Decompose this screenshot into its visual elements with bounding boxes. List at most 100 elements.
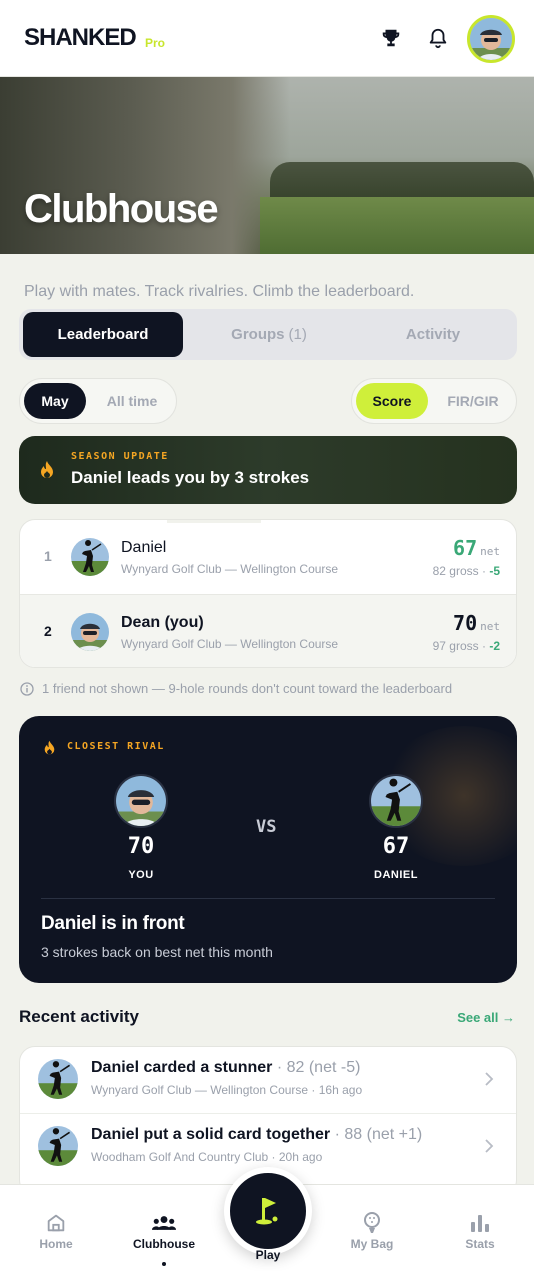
rival-label: CLOSEST RIVAL — [67, 741, 165, 752]
activity-title: Daniel put a solid card together — [91, 1126, 331, 1143]
chevron-right-icon — [484, 1138, 494, 1159]
note-text: 1 friend not shown — 9-hole rounds don't… — [42, 681, 453, 696]
golfer-avatar — [369, 774, 423, 828]
period-all-time-button[interactable]: All time — [92, 383, 172, 419]
net-unit: net — [480, 620, 500, 633]
nav-label: Home — [39, 1237, 73, 1251]
activity-item[interactable]: Daniel carded a stunner · 82 (net -5) Wy… — [20, 1047, 516, 1113]
rival-subtext: 3 strokes back on best net this month — [41, 944, 273, 960]
flame-icon — [39, 460, 55, 485]
course-name: Wynyard Golf Club — Wellington Course — [121, 562, 339, 576]
activity-meta: Wynyard Golf Club — Wellington Course · … — [91, 1083, 363, 1097]
activity-title: Daniel carded a stunner — [91, 1059, 273, 1076]
tab-groups[interactable]: Groups (1) — [189, 312, 349, 357]
score-diff: -5 — [489, 564, 500, 578]
player-name: Daniel — [121, 539, 167, 556]
golfer-avatar — [38, 1059, 78, 1099]
info-icon — [20, 681, 34, 696]
tab-activity[interactable]: Activity — [353, 312, 513, 357]
page-title: Clubhouse — [24, 187, 219, 231]
bell-icon[interactable] — [425, 25, 451, 51]
net-score: 67 net — [453, 536, 500, 560]
tab-count: (1) — [288, 326, 307, 343]
main-tabs: Leaderboard Groups (1) Activity — [19, 309, 517, 360]
bar-chart-icon — [468, 1211, 492, 1235]
activity-detail: · 82 (net -5) — [272, 1059, 361, 1076]
activity-text: Daniel put a solid card together · 88 (n… — [91, 1126, 422, 1144]
tagline: Play with mates. Track rivalries. Climb … — [24, 283, 415, 300]
player-name: Dean (you) — [121, 614, 204, 631]
season-label: SEASON UPDATE — [71, 451, 169, 462]
nav-stats[interactable]: Stats — [435, 1185, 525, 1271]
period-may-button[interactable]: May — [24, 383, 86, 419]
activity-text: Daniel carded a stunner · 82 (net -5) — [91, 1059, 360, 1077]
gross-score: 82 gross · -5 — [433, 564, 500, 578]
rival-score: 67 — [382, 834, 410, 859]
gross-score: 97 gross · -2 — [433, 639, 500, 653]
season-update-banner[interactable]: SEASON UPDATE Daniel leads you by 3 stro… — [19, 436, 517, 504]
rival-daniel: 67 DANIEL — [336, 774, 456, 881]
active-indicator — [162, 1262, 166, 1266]
brand-logo[interactable]: SHANKED — [24, 24, 137, 52]
pro-badge: Pro — [145, 36, 166, 50]
hero-banner: Clubhouse — [0, 77, 534, 254]
leaderboard-row[interactable]: 1 Daniel Wynyard Golf Club — Wellington … — [20, 520, 516, 594]
chevron-right-icon — [484, 1071, 494, 1092]
vs-label: VS — [256, 817, 277, 837]
golfer-avatar — [71, 538, 109, 576]
season-text: Daniel leads you by 3 strokes — [71, 468, 310, 487]
nav-label: Stats — [465, 1237, 495, 1251]
rival-name: DANIEL — [374, 869, 418, 881]
net-value: 67 — [453, 536, 478, 560]
top-bar: SHANKED Pro — [0, 0, 534, 77]
play-button[interactable] — [224, 1167, 312, 1255]
golfer-avatar — [38, 1126, 78, 1166]
leaderboard-row-you[interactable]: 2 Dean (you) Wynyard Golf Club — Welling… — [20, 594, 516, 667]
activity-meta: Woodham Golf And Country Club · 20h ago — [91, 1150, 323, 1164]
flag-icon — [256, 1198, 278, 1225]
nav-label: Clubhouse — [133, 1237, 195, 1251]
net-score: 70 net — [453, 611, 500, 635]
user-avatar — [71, 613, 109, 651]
leaderboard-list: 1 Daniel Wynyard Golf Club — Wellington … — [19, 519, 517, 668]
metric-score-button[interactable]: Score — [356, 383, 428, 419]
tab-label: Leaderboard — [57, 326, 149, 343]
play-label: Play — [255, 1248, 281, 1262]
flame-icon — [43, 740, 56, 761]
rival-you: 70 YOU — [81, 774, 201, 881]
net-unit: net — [480, 545, 500, 558]
nav-label: My Bag — [350, 1237, 394, 1251]
gross-value: 82 gross · — [432, 564, 490, 578]
net-value: 70 — [453, 611, 478, 635]
activity-detail: · 88 (net +1) — [330, 1126, 423, 1143]
fairway — [260, 197, 534, 254]
you-label: YOU — [128, 869, 154, 881]
tab-label: Activity — [405, 326, 461, 343]
home-icon — [44, 1211, 68, 1235]
rival-headline: Daniel is in front — [41, 913, 185, 934]
course-name: Wynyard Golf Club — Wellington Course — [121, 637, 339, 651]
nav-my-bag[interactable]: My Bag — [327, 1185, 417, 1271]
gross-value: 97 gross · — [432, 639, 490, 653]
metric-toggle: Score FIR/GIR — [351, 378, 517, 424]
divider — [41, 898, 495, 899]
people-icon — [152, 1211, 176, 1235]
leaderboard-note: 1 friend not shown — 9-hole rounds don't… — [20, 681, 452, 696]
recent-activity-heading: Recent activity — [19, 1007, 139, 1026]
score-diff: -2 — [489, 639, 500, 653]
tab-label: Groups — [231, 326, 285, 343]
tree-line — [270, 162, 534, 202]
period-toggle: May All time — [19, 378, 177, 424]
golf-ball-icon — [360, 1211, 384, 1235]
see-all-link[interactable]: See all → — [457, 1010, 515, 1025]
nav-home[interactable]: Home — [11, 1185, 101, 1271]
rank: 2 — [44, 623, 52, 639]
you-score: 70 — [127, 834, 155, 859]
tab-leaderboard[interactable]: Leaderboard — [23, 312, 183, 357]
nav-clubhouse[interactable]: Clubhouse — [119, 1185, 209, 1271]
closest-rival-card[interactable]: CLOSEST RIVAL 70 YOU VS 67 DANIEL Daniel… — [19, 716, 517, 983]
metric-fir-gir-button[interactable]: FIR/GIR — [434, 383, 512, 419]
trophy-icon[interactable] — [378, 25, 404, 51]
rank: 1 — [44, 548, 52, 564]
user-avatar[interactable] — [467, 15, 515, 63]
